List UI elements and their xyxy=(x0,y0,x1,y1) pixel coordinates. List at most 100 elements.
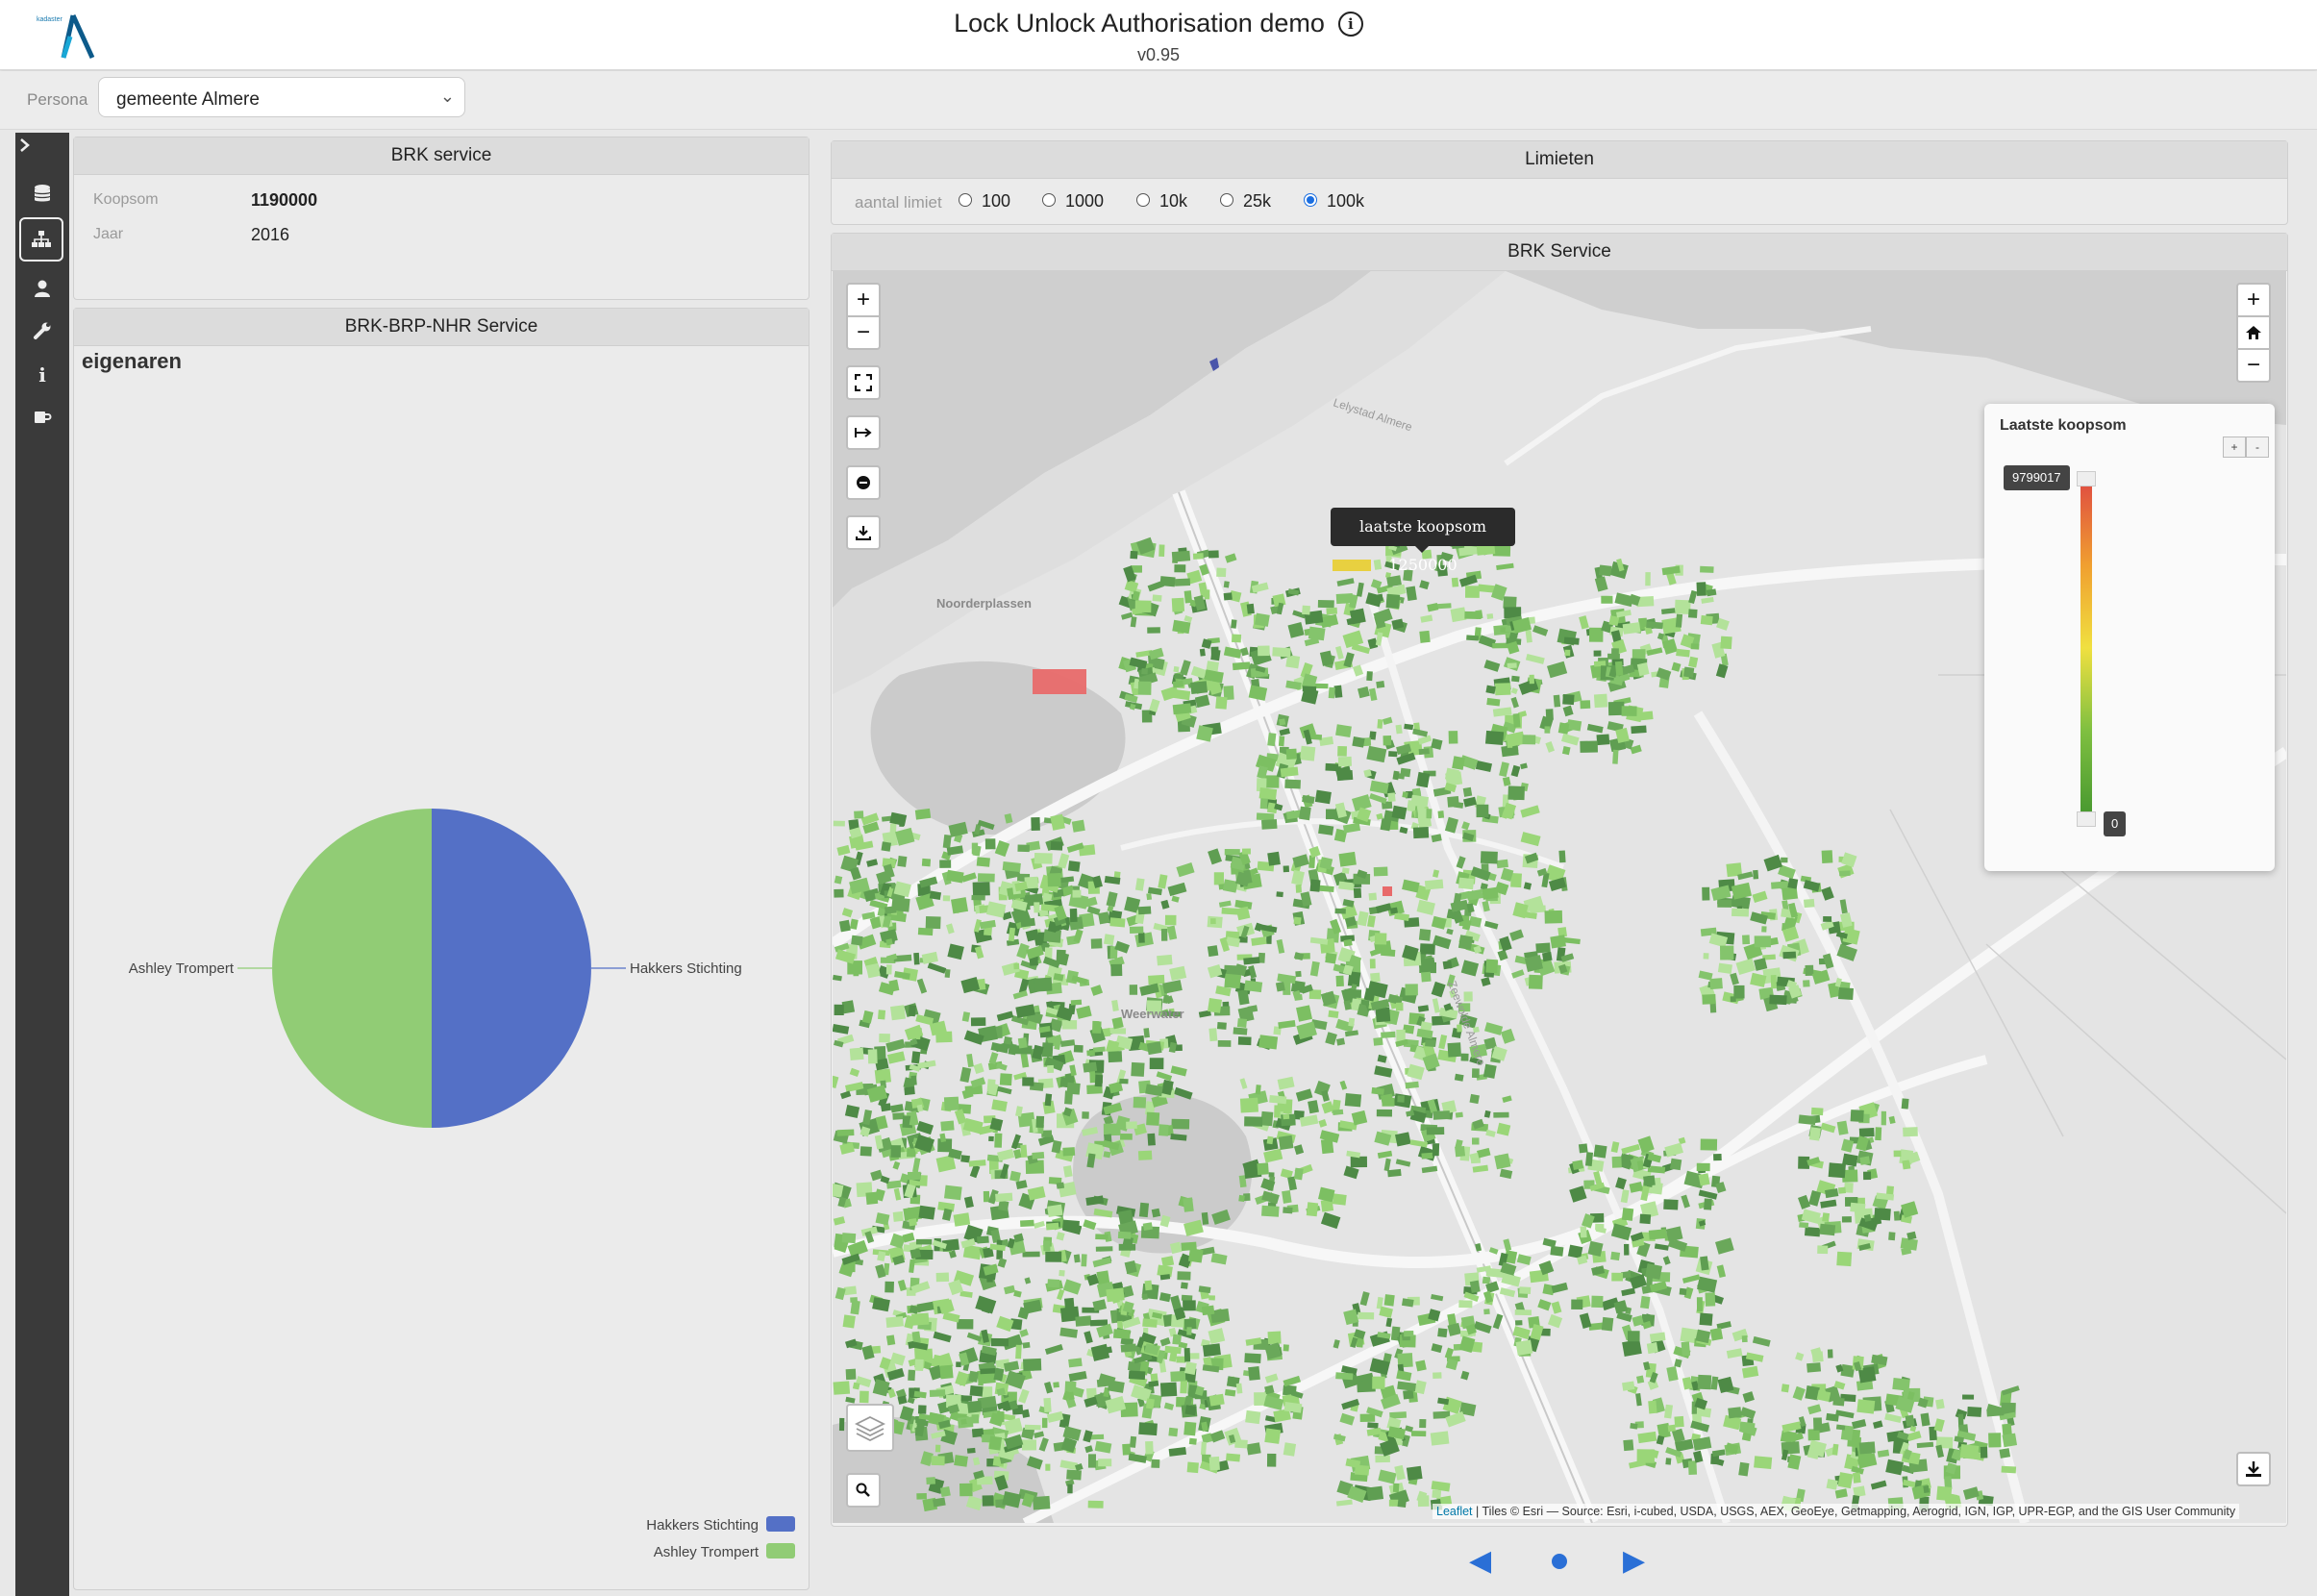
parcel[interactable] xyxy=(972,882,990,896)
parcel[interactable] xyxy=(1424,879,1444,890)
parcel[interactable] xyxy=(1545,709,1554,721)
parcel[interactable] xyxy=(1754,1456,1773,1469)
parcel[interactable] xyxy=(890,1145,901,1158)
parcel[interactable] xyxy=(1601,1316,1614,1332)
parcel[interactable] xyxy=(1515,1320,1523,1326)
parcel[interactable] xyxy=(1245,1409,1261,1425)
parcel[interactable] xyxy=(1769,994,1787,1006)
info-icon[interactable]: i xyxy=(1337,11,1363,37)
parcel[interactable] xyxy=(1837,987,1854,1001)
parcel[interactable] xyxy=(1676,648,1690,658)
parcel[interactable] xyxy=(1266,1453,1277,1467)
user-icon[interactable] xyxy=(15,269,69,308)
parcel[interactable] xyxy=(1047,1279,1060,1288)
parcel[interactable] xyxy=(1261,819,1278,830)
parcel[interactable] xyxy=(1293,916,1302,925)
parcel[interactable] xyxy=(1137,1150,1153,1160)
parcel[interactable] xyxy=(1730,996,1736,1003)
parcel[interactable] xyxy=(892,1210,904,1222)
parcel[interactable] xyxy=(1098,1459,1112,1467)
parcel[interactable] xyxy=(1257,1162,1269,1176)
parcel[interactable] xyxy=(1044,1093,1053,1107)
parcel[interactable] xyxy=(960,1418,967,1425)
parcel[interactable] xyxy=(1267,733,1277,747)
parcel[interactable] xyxy=(1359,1413,1376,1422)
parcel[interactable] xyxy=(1665,1458,1672,1465)
zoom-in-button[interactable]: + xyxy=(846,283,881,317)
parcel[interactable] xyxy=(1962,1394,1975,1400)
parcel[interactable] xyxy=(1328,1010,1339,1019)
parcel[interactable] xyxy=(959,1483,973,1497)
parcel[interactable] xyxy=(1826,1479,1838,1490)
parcel[interactable] xyxy=(1591,1295,1604,1309)
parcel[interactable] xyxy=(1472,1137,1480,1145)
parcel[interactable] xyxy=(939,1364,954,1380)
parcel[interactable] xyxy=(1416,771,1431,788)
parcel[interactable] xyxy=(884,906,897,914)
parcel[interactable] xyxy=(1448,731,1458,744)
parcel[interactable] xyxy=(1299,806,1311,821)
parcel[interactable] xyxy=(1387,1168,1402,1178)
parcel[interactable] xyxy=(1709,1327,1724,1341)
parcel[interactable] xyxy=(1206,661,1219,672)
parcel[interactable] xyxy=(1067,860,1081,872)
parcel[interactable] xyxy=(1094,1074,1104,1087)
parcel[interactable] xyxy=(1348,1017,1356,1027)
parcel[interactable] xyxy=(907,1148,916,1158)
parcel[interactable] xyxy=(1376,681,1385,688)
parcel[interactable] xyxy=(1020,1144,1028,1159)
parcel[interactable] xyxy=(1283,1344,1289,1352)
parcel[interactable] xyxy=(1174,673,1183,680)
parcel[interactable] xyxy=(908,1005,916,1017)
parcel[interactable] xyxy=(1466,635,1480,641)
parcel[interactable] xyxy=(1308,626,1326,641)
parcel[interactable] xyxy=(1535,942,1551,954)
parcel[interactable] xyxy=(1216,1021,1227,1030)
parcel[interactable] xyxy=(1142,1222,1153,1231)
parcel[interactable] xyxy=(1850,1110,1864,1123)
parcel[interactable] xyxy=(1419,1419,1427,1429)
parcel[interactable] xyxy=(1697,1374,1712,1390)
parcel[interactable] xyxy=(1017,844,1030,853)
parcel[interactable] xyxy=(885,1315,905,1328)
parcel[interactable] xyxy=(1717,962,1732,974)
parcel[interactable] xyxy=(1258,1035,1279,1050)
parcel[interactable] xyxy=(1828,1162,1846,1179)
parcel[interactable] xyxy=(988,1435,1003,1451)
parcel[interactable] xyxy=(1442,960,1453,970)
parcel[interactable] xyxy=(1432,1489,1442,1499)
parcel[interactable] xyxy=(1109,917,1126,928)
parcel[interactable] xyxy=(1224,849,1240,856)
parcel[interactable] xyxy=(1702,886,1710,901)
parcel[interactable] xyxy=(953,1212,971,1227)
parcel[interactable] xyxy=(943,1096,959,1111)
parcel[interactable] xyxy=(1196,725,1213,742)
parcel[interactable] xyxy=(1073,1254,1081,1263)
parcel[interactable] xyxy=(1669,1158,1682,1171)
parcel[interactable] xyxy=(1682,666,1695,678)
legend-plus-button[interactable]: + xyxy=(2223,436,2246,458)
parcel[interactable] xyxy=(1430,1431,1450,1446)
parcel[interactable] xyxy=(1138,1202,1150,1218)
parcel[interactable] xyxy=(841,1233,857,1244)
parcel[interactable] xyxy=(968,1370,979,1383)
parcel[interactable] xyxy=(1283,1207,1293,1214)
parcel[interactable] xyxy=(1893,1210,1901,1221)
parcel[interactable] xyxy=(1226,1453,1241,1462)
parcel[interactable] xyxy=(1452,756,1465,770)
parcel[interactable] xyxy=(1832,1397,1845,1407)
parcel[interactable] xyxy=(1210,646,1219,660)
parcel[interactable] xyxy=(1841,1216,1852,1223)
parcel[interactable] xyxy=(1648,1229,1667,1240)
parcel[interactable] xyxy=(910,1075,917,1085)
parcel[interactable] xyxy=(1391,805,1408,820)
parcel[interactable] xyxy=(1138,1422,1158,1436)
parcel[interactable] xyxy=(917,927,934,936)
parcel[interactable] xyxy=(1081,1254,1087,1267)
parcel[interactable] xyxy=(984,838,996,850)
parcel[interactable] xyxy=(881,841,891,852)
parcel[interactable] xyxy=(1073,1044,1084,1053)
parcel[interactable] xyxy=(1700,1138,1718,1151)
parcel[interactable] xyxy=(1392,1483,1400,1493)
parcel[interactable] xyxy=(1103,934,1115,946)
